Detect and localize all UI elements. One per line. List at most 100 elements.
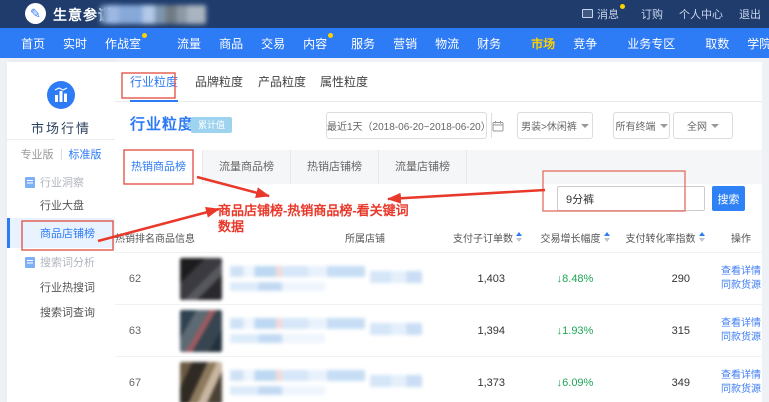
nav-item-content[interactable]: 内容 bbox=[294, 35, 342, 52]
product-thumbnail bbox=[180, 362, 222, 402]
table-header-row: 热销排名 商品信息 所属店铺 支付子订单数 交易增长幅度 支付转化率指数 操作 bbox=[115, 222, 762, 252]
col-orders[interactable]: 支付子订单数 bbox=[445, 230, 530, 245]
table-row: 62 1,403 ↓8.48% 290 查看详情同款货源 bbox=[115, 252, 762, 304]
notification-dot bbox=[620, 4, 625, 9]
blurred-account-info bbox=[100, 5, 206, 24]
tab-hot-product-rank[interactable]: 热销商品榜 bbox=[115, 150, 203, 184]
version-tab-pro[interactable]: 专业版 bbox=[21, 146, 54, 162]
sort-icon[interactable] bbox=[699, 232, 705, 242]
same-supply-link[interactable]: 同款货源 bbox=[720, 331, 762, 345]
nav-item-competition[interactable]: 竞争 bbox=[564, 35, 606, 52]
product-thumbnail bbox=[180, 310, 222, 352]
orders-value: 1,373 bbox=[445, 377, 530, 389]
page-title: 行业粒度 bbox=[130, 113, 194, 134]
nav-item-finance[interactable]: 财务 bbox=[468, 35, 510, 52]
main-nav: 首页 实时 作战室 流量 商品 交易 内容 服务 营销 物流 财务 市场 竞争 … bbox=[0, 28, 769, 58]
tab-product-granularity[interactable]: 产品粒度 bbox=[258, 62, 306, 102]
cumulative-badge: 累计值 bbox=[191, 117, 232, 133]
calendar-icon bbox=[491, 113, 504, 138]
granularity-tab-bar: 行业粒度 品牌粒度 产品粒度 属性粒度 bbox=[115, 62, 762, 102]
table-row: 63 1,394 ↓1.93% 315 查看详情同款货源 bbox=[115, 304, 762, 356]
sidebar-item-industry-hot-search[interactable]: 行业热搜词 bbox=[7, 274, 115, 300]
nav-item-service[interactable]: 服务 bbox=[342, 35, 384, 52]
tab-brand-granularity[interactable]: 品牌粒度 bbox=[195, 62, 243, 102]
main-panel: 行业粒度 品牌粒度 产品粒度 属性粒度 行业粒度 累计值 最近1天（2018-0… bbox=[115, 62, 762, 402]
market-chart-icon bbox=[47, 81, 75, 109]
nav-item-market[interactable]: 市场 bbox=[522, 35, 564, 52]
tab-hot-shop-rank[interactable]: 热销店铺榜 bbox=[291, 150, 379, 184]
nav-item-traffic[interactable]: 流量 bbox=[168, 35, 210, 52]
sidebar-item-search-word-analysis[interactable]: 搜索词分析 bbox=[7, 249, 115, 275]
nav-item-data-extract[interactable]: 取数 bbox=[696, 35, 738, 52]
nav-item-realtime[interactable]: 实时 bbox=[54, 35, 96, 52]
col-rank: 热销排名 bbox=[115, 230, 155, 245]
product-thumbnail bbox=[180, 258, 222, 300]
rank-tab-bar: 热销商品榜 流量商品榜 热销店铺榜 流量店铺榜 bbox=[115, 150, 762, 184]
growth-value: ↓1.93% bbox=[530, 325, 620, 337]
chevron-down-icon bbox=[660, 124, 668, 128]
messages-link[interactable]: 消息 bbox=[582, 6, 625, 22]
logout-link[interactable]: 退出 bbox=[739, 6, 761, 22]
nav-item-marketing[interactable]: 营销 bbox=[384, 35, 426, 52]
sidebar-item-product-shop-rank[interactable]: 商品店铺榜 bbox=[7, 218, 115, 248]
orders-value: 1,403 bbox=[445, 273, 530, 285]
keyword-search-input[interactable] bbox=[557, 186, 705, 211]
growth-value: ↓6.09% bbox=[530, 377, 620, 389]
sidebar-title: 市场行情 bbox=[7, 118, 115, 137]
rank-value: 63 bbox=[115, 325, 155, 337]
rank-value: 67 bbox=[115, 377, 155, 389]
blurred-shop-name bbox=[370, 323, 422, 335]
tab-traffic-product-rank[interactable]: 流量商品榜 bbox=[203, 150, 291, 184]
view-detail-link[interactable]: 查看详情 bbox=[720, 369, 762, 383]
blurred-shop-name bbox=[370, 375, 422, 387]
rank-value: 62 bbox=[115, 273, 155, 285]
nav-item-product[interactable]: 商品 bbox=[210, 35, 252, 52]
subscribe-link[interactable]: 订购 bbox=[641, 6, 663, 22]
nav-item-war-room[interactable]: 作战室 bbox=[96, 35, 156, 52]
blurred-shop-name bbox=[370, 271, 422, 283]
document-icon bbox=[25, 257, 35, 268]
index-value: 315 bbox=[620, 325, 710, 337]
col-shop: 所属店铺 bbox=[345, 230, 445, 245]
nav-item-logistics[interactable]: 物流 bbox=[426, 35, 468, 52]
document-icon bbox=[25, 177, 35, 188]
divider bbox=[7, 139, 115, 140]
rank-table: 热销排名 商品信息 所属店铺 支付子订单数 交易增长幅度 支付转化率指数 操作 … bbox=[115, 222, 762, 402]
terminal-dropdown[interactable]: 所有终端 bbox=[613, 112, 670, 139]
notification-dot bbox=[142, 33, 147, 38]
app-window: ✎ 生意参谋 消息 订购 个人中心 退出 首页 实时 作战室 流量 商品 交易 … bbox=[0, 0, 769, 402]
sidebar-item-search-word-query[interactable]: 搜索词查询 bbox=[7, 299, 115, 325]
nav-item-academy[interactable]: 学院 bbox=[738, 35, 769, 52]
col-info: 商品信息 bbox=[155, 230, 345, 245]
sidebar-item-industry-overview[interactable]: 行业大盘 bbox=[7, 192, 115, 218]
scope-dropdown[interactable]: 全网 bbox=[673, 112, 733, 139]
nav-item-home[interactable]: 首页 bbox=[12, 35, 54, 52]
tab-industry-granularity[interactable]: 行业粒度 bbox=[130, 62, 178, 102]
same-supply-link[interactable]: 同款货源 bbox=[720, 279, 762, 293]
category-dropdown[interactable]: 男装>休闲裤 bbox=[517, 112, 593, 139]
sort-icon[interactable] bbox=[516, 232, 522, 242]
date-range-picker[interactable]: 最近1天（2018-06-20~2018-06-20） bbox=[326, 112, 487, 139]
nav-item-trade[interactable]: 交易 bbox=[252, 35, 294, 52]
col-growth[interactable]: 交易增长幅度 bbox=[530, 230, 620, 245]
chevron-down-icon bbox=[581, 124, 589, 128]
sort-icon[interactable] bbox=[604, 232, 610, 242]
search-button[interactable]: 搜索 bbox=[712, 186, 745, 211]
divider bbox=[61, 149, 62, 160]
same-supply-link[interactable]: 同款货源 bbox=[720, 383, 762, 397]
view-detail-link[interactable]: 查看详情 bbox=[720, 265, 762, 279]
tab-attribute-granularity[interactable]: 属性粒度 bbox=[320, 62, 368, 102]
tab-traffic-shop-rank[interactable]: 流量店铺榜 bbox=[379, 150, 467, 184]
view-detail-link[interactable]: 查看详情 bbox=[720, 317, 762, 331]
message-icon bbox=[582, 9, 593, 18]
table-row: 67 1,373 ↓6.09% 349 查看详情同款货源 bbox=[115, 356, 762, 402]
col-index[interactable]: 支付转化率指数 bbox=[620, 230, 710, 245]
nav-item-business-zone[interactable]: 业务专区 bbox=[618, 35, 684, 52]
orders-value: 1,394 bbox=[445, 325, 530, 337]
index-value: 290 bbox=[620, 273, 710, 285]
profile-link[interactable]: 个人中心 bbox=[679, 6, 723, 22]
sidebar: 市场行情 专业版 标准版 行业洞察 行业大盘 商品店铺榜 搜索词分析 行业热搜词… bbox=[7, 62, 115, 402]
growth-value: ↓8.48% bbox=[530, 273, 620, 285]
version-tab-standard[interactable]: 标准版 bbox=[69, 146, 102, 162]
logo-icon: ✎ bbox=[25, 3, 46, 24]
